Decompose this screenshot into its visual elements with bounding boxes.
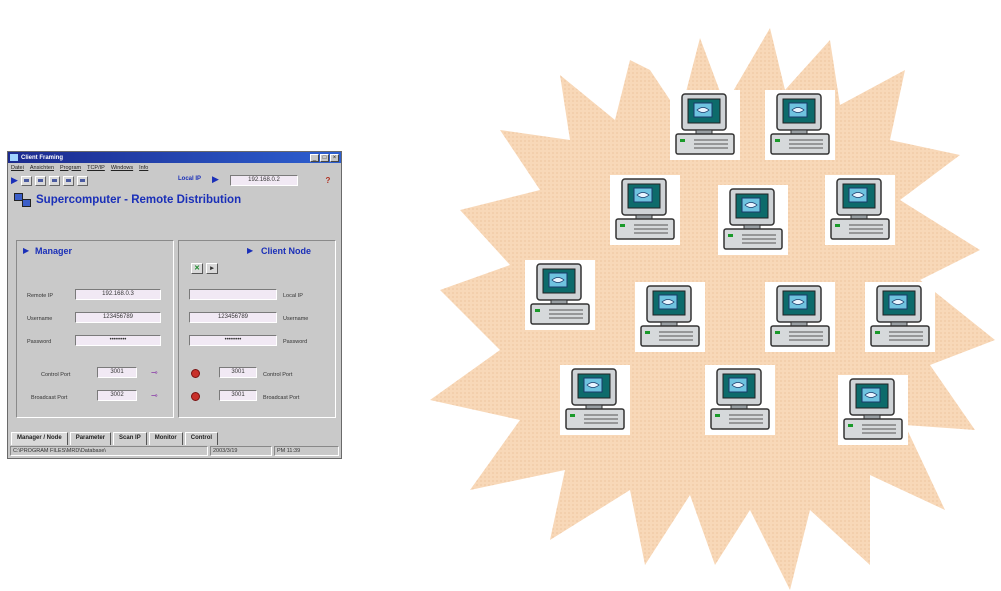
network-cloud [430,28,995,590]
menu-item-tcpip[interactable]: TCP/IP [87,165,105,171]
client-broadcast-port-field[interactable]: 3001 [219,390,257,401]
minimize-button[interactable]: _ [310,153,319,162]
help-icon[interactable]: ? [322,175,334,187]
stop-icon[interactable] [191,392,200,401]
username-label: Username [27,316,53,322]
manager-panel: ▶ Manager Remote IP 192.168.0.3 Username… [16,240,174,418]
broadcast-port-label: Broadcast Port [31,395,68,401]
accept-button[interactable]: ✕ [191,263,203,274]
menu-item-program[interactable]: Program [60,165,81,171]
next-button[interactable]: ▸ [206,263,218,274]
computer-icon [525,260,595,330]
computer-icon [838,375,908,445]
toolbar-button-network[interactable] [48,175,60,186]
client-control-port-label: Control Port [263,372,293,378]
computer-icon [560,365,630,435]
status-time: PM 11:39 [274,446,339,456]
stop-icon[interactable] [191,369,200,378]
page-heading: Supercomputer - Remote Distribution [8,189,341,211]
client-node-title: Client Node [261,246,312,256]
client-node-panel: ▶ Client Node ✕ ▸ Local IP 123456789 Use… [178,240,336,418]
status-date: 2003/3/19 [210,446,272,456]
client-password-label: Password [283,339,308,345]
computer-icon [765,282,835,352]
computer-icon [865,282,935,352]
close-button[interactable]: × [330,153,339,162]
toolbar: ▶ Local IP ▶ 192.168.0.2 ? [8,172,341,189]
client-local-ip-label: Local IP [283,293,303,299]
tab-scan-ip[interactable]: Scan IP [113,432,147,445]
toolbar-button-settings[interactable] [76,175,88,186]
password-field[interactable]: •••••••• [75,335,161,346]
tab-control[interactable]: Control [184,432,219,445]
status-path: C:\PROGRAM FILES\MRD\Database\ [10,446,208,456]
computer-icon [765,90,835,160]
username-field[interactable]: 123456789 [75,312,161,323]
toolbar-button-refresh[interactable] [62,175,74,186]
client-username-field[interactable]: 123456789 [189,312,277,323]
app-icon [10,154,18,161]
control-port-field[interactable]: 3001 [97,367,137,378]
local-ip-label: Local IP [178,176,202,182]
client-username-label: Username [283,316,309,322]
arrow-right-icon: ▶ [212,174,219,184]
page-title: Supercomputer - Remote Distribution [36,194,242,206]
network-icon [14,193,31,207]
local-ip-field[interactable]: 192.168.0.2 [230,175,298,186]
computer-icon [610,175,680,245]
menu-bar: Datei Ansichten Program TCP/IP Windows I… [8,163,341,172]
client-broadcast-port-label: Broadcast Port [263,395,300,401]
client-control-port-field[interactable]: 3001 [219,367,257,378]
arrow-right-icon: ▶ [11,175,18,185]
password-label: Password [27,339,52,345]
toolbar-button-disconnect[interactable] [34,175,46,186]
window-title: Client Framing [21,154,64,161]
client-password-field[interactable]: •••••••• [189,335,277,346]
tab-parameter[interactable]: Parameter [69,432,112,445]
arrow-right-icon: ▶ [247,246,254,255]
link-icon[interactable]: ⊸ [151,368,158,377]
menu-item-info[interactable]: Info [139,165,148,171]
app-window: Client Framing _ □ × Datei Ansichten Pro… [7,151,342,459]
computer-icon [825,175,895,245]
computer-icon [670,90,740,160]
arrow-right-icon: ▶ [23,246,30,255]
tab-manager-node[interactable]: Manager / Node [11,432,68,445]
link-icon[interactable]: ⊸ [151,391,158,400]
computer-icon [635,282,705,352]
client-local-ip-field[interactable] [189,289,277,300]
toolbar-button-connect[interactable] [20,175,32,186]
title-bar: Client Framing _ □ × [8,152,341,163]
computer-icon [718,185,788,255]
manager-title: Manager [35,246,73,256]
menu-item-windows[interactable]: Windows [111,165,133,171]
broadcast-port-field[interactable]: 3002 [97,390,137,401]
menu-item-ansichten[interactable]: Ansichten [30,165,54,171]
control-port-label: Control Port [41,372,71,378]
remote-ip-field[interactable]: 192.168.0.3 [75,289,161,300]
tab-bar: Manager / Node Parameter Scan IP Monitor… [11,432,219,445]
computer-icon [705,365,775,435]
tab-monitor[interactable]: Monitor [148,432,183,445]
maximize-button[interactable]: □ [320,153,329,162]
status-bar: C:\PROGRAM FILES\MRD\Database\ 2003/3/19… [10,446,339,456]
menu-item-datei[interactable]: Datei [11,165,24,171]
remote-ip-label: Remote IP [27,293,53,299]
